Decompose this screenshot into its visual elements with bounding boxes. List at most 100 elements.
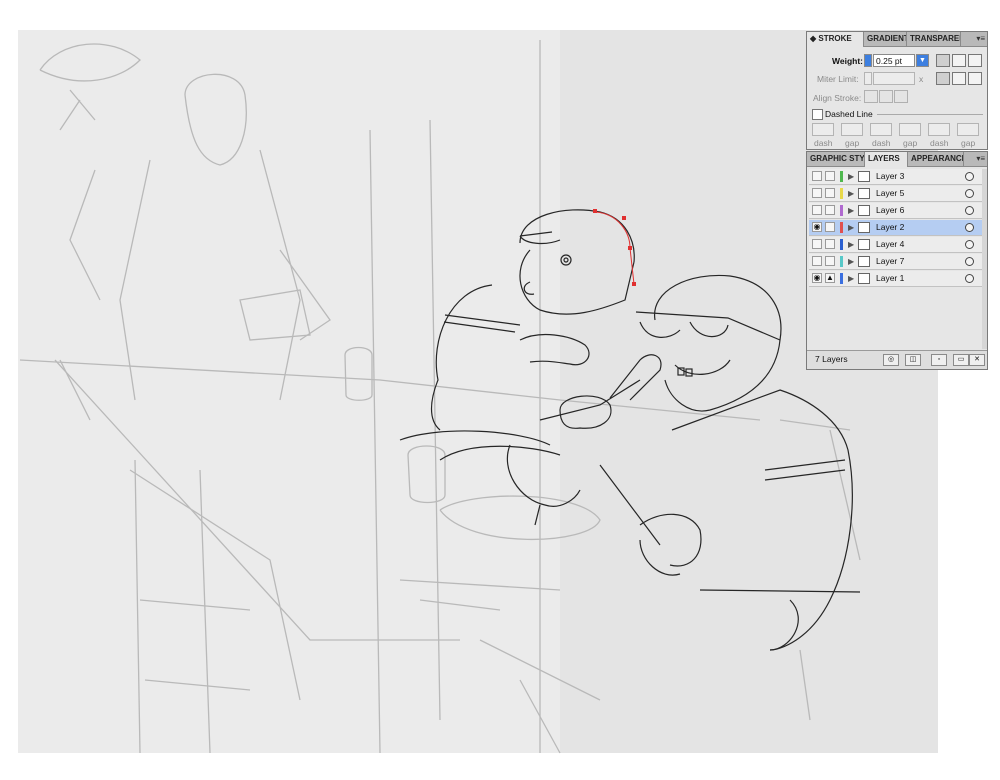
tab-transparency[interactable]: TRANSPAREN (907, 32, 961, 46)
layer-name: Layer 1 (876, 273, 905, 283)
lock-toggle[interactable] (825, 188, 835, 198)
lock-toggle[interactable] (825, 205, 835, 215)
visibility-toggle[interactable] (812, 205, 822, 215)
target-circle-icon[interactable] (965, 189, 974, 198)
dashed-line-checkbox[interactable] (812, 109, 823, 120)
weight-stepper[interactable] (864, 54, 872, 67)
dash-field-2[interactable] (870, 123, 892, 136)
layer-color-swatch (840, 222, 843, 233)
make-clipping-mask-icon[interactable]: ◫ (905, 354, 921, 366)
cap-round-icon[interactable] (952, 54, 966, 67)
new-layer-icon[interactable]: ▭ (953, 354, 969, 366)
layer-row[interactable]: ▶ Layer 7 (809, 254, 982, 270)
layer-name: Layer 6 (876, 205, 905, 215)
dashed-line-divider (877, 114, 983, 115)
target-circle-icon[interactable] (965, 240, 974, 249)
miter-x-label: x (919, 74, 924, 84)
lock-toggle[interactable] (825, 222, 835, 232)
lock-toggle[interactable] (825, 256, 835, 266)
expand-triangle-icon[interactable]: ▶ (848, 172, 854, 181)
expand-triangle-icon[interactable]: ▶ (848, 206, 854, 215)
layer-thumbnail (858, 256, 870, 267)
dash-field-1[interactable] (812, 123, 834, 136)
weight-input[interactable]: 0.25 pt (873, 54, 915, 67)
stroke-panel-tabbar: ◆ STROKE GRADIENT TRANSPAREN ▾≡ (807, 32, 987, 47)
visibility-eye-icon[interactable]: ◉ (812, 273, 822, 283)
layer-color-swatch (840, 205, 843, 216)
target-circle-icon[interactable] (965, 172, 974, 181)
visibility-toggle[interactable] (812, 188, 822, 198)
lock-icon[interactable]: ▲ (825, 273, 835, 283)
layer-color-swatch (840, 256, 843, 267)
visibility-eye-icon[interactable]: ◉ (812, 222, 822, 232)
join-round-icon[interactable] (952, 72, 966, 85)
panel-menu-icon[interactable]: ▾≡ (976, 152, 985, 166)
visibility-toggle[interactable] (812, 256, 822, 266)
layer-list: ▶ Layer 3 ▶ Layer 5 ▶ Layer 6 ◉ ▶ Layer … (807, 169, 987, 291)
tab-graphic-styles[interactable]: GRAPHIC STY (807, 152, 865, 166)
new-sublayer-icon[interactable]: ▫ (931, 354, 947, 366)
tab-layers[interactable]: LAYERS (865, 152, 908, 167)
tab-stroke[interactable]: ◆ STROKE (807, 32, 864, 47)
expand-triangle-icon[interactable]: ▶ (848, 240, 854, 249)
lock-toggle[interactable] (825, 171, 835, 181)
layer-row[interactable]: ▶ Layer 4 (809, 237, 982, 253)
tab-appearance[interactable]: APPEARANCE (908, 152, 964, 166)
dash-field-3[interactable] (928, 123, 950, 136)
gap-label-2: gap (903, 138, 918, 148)
visibility-toggle[interactable] (812, 239, 822, 249)
layer-thumbnail (858, 273, 870, 284)
weight-dropdown[interactable]: ▼ (916, 54, 929, 67)
expand-triangle-icon[interactable]: ▶ (848, 223, 854, 232)
layer-thumbnail (858, 171, 870, 182)
tab-gradient[interactable]: GRADIENT (864, 32, 907, 46)
expand-triangle-icon[interactable]: ▶ (848, 257, 854, 266)
dash-label-1: dash (814, 138, 833, 148)
panel-menu-icon[interactable]: ▾≡ (976, 32, 985, 46)
target-circle-icon[interactable] (965, 257, 974, 266)
align-center-icon[interactable] (864, 90, 878, 103)
layer-row[interactable]: ◉ ▲ ▶ Layer 1 (809, 271, 982, 287)
dashed-line-label: Dashed Line (825, 109, 873, 119)
expand-triangle-icon[interactable]: ▶ (848, 189, 854, 198)
layer-color-swatch (840, 239, 843, 250)
miter-limit-label: Miter Limit: (817, 74, 859, 84)
gap-field-1[interactable] (841, 123, 863, 136)
cap-square-icon[interactable] (968, 54, 982, 67)
layer-row[interactable]: ▶ Layer 6 (809, 203, 982, 219)
visibility-toggle[interactable] (812, 171, 822, 181)
expand-triangle-icon[interactable]: ▶ (848, 274, 854, 283)
layer-color-swatch (840, 171, 843, 182)
layer-color-swatch (840, 273, 843, 284)
miter-stepper[interactable] (864, 72, 872, 85)
gap-label-3: gap (961, 138, 976, 148)
gap-label-1: gap (845, 138, 860, 148)
layer-row[interactable]: ▶ Layer 5 (809, 186, 982, 202)
align-stroke-label: Align Stroke: (813, 93, 862, 103)
target-circle-icon[interactable] (965, 206, 974, 215)
stroke-panel: ◆ STROKE GRADIENT TRANSPAREN ▾≡ Weight: … (806, 31, 988, 150)
delete-layer-icon[interactable]: ✕ (969, 354, 985, 366)
layers-panel-scrollbar[interactable] (982, 169, 987, 349)
join-bevel-icon[interactable] (968, 72, 982, 85)
layer-thumbnail (858, 188, 870, 199)
target-circle-icon[interactable] (965, 274, 974, 283)
target-circle-icon[interactable] (965, 223, 974, 232)
layer-thumbnail (858, 222, 870, 233)
layer-row[interactable]: ▶ Layer 3 (809, 169, 982, 185)
lock-toggle[interactable] (825, 239, 835, 249)
layer-name: Layer 5 (876, 188, 905, 198)
layer-row-selected[interactable]: ◉ ▶ Layer 2 (809, 220, 982, 236)
gap-field-3[interactable] (957, 123, 979, 136)
join-miter-icon[interactable] (936, 72, 950, 85)
align-outside-icon[interactable] (894, 90, 908, 103)
miter-input[interactable] (873, 72, 915, 85)
layers-footer: 7 Layers ◎ ◫ ▫ ▭ ✕ (807, 350, 987, 369)
align-inside-icon[interactable] (879, 90, 893, 103)
cap-butt-icon[interactable] (936, 54, 950, 67)
layer-name: Layer 4 (876, 239, 905, 249)
gap-field-2[interactable] (899, 123, 921, 136)
layers-panel: GRAPHIC STY LAYERS APPEARANCE ▾≡ ▶ Layer… (806, 151, 988, 370)
locate-object-icon[interactable]: ◎ (883, 354, 899, 366)
layer-name: Layer 2 (876, 222, 905, 232)
